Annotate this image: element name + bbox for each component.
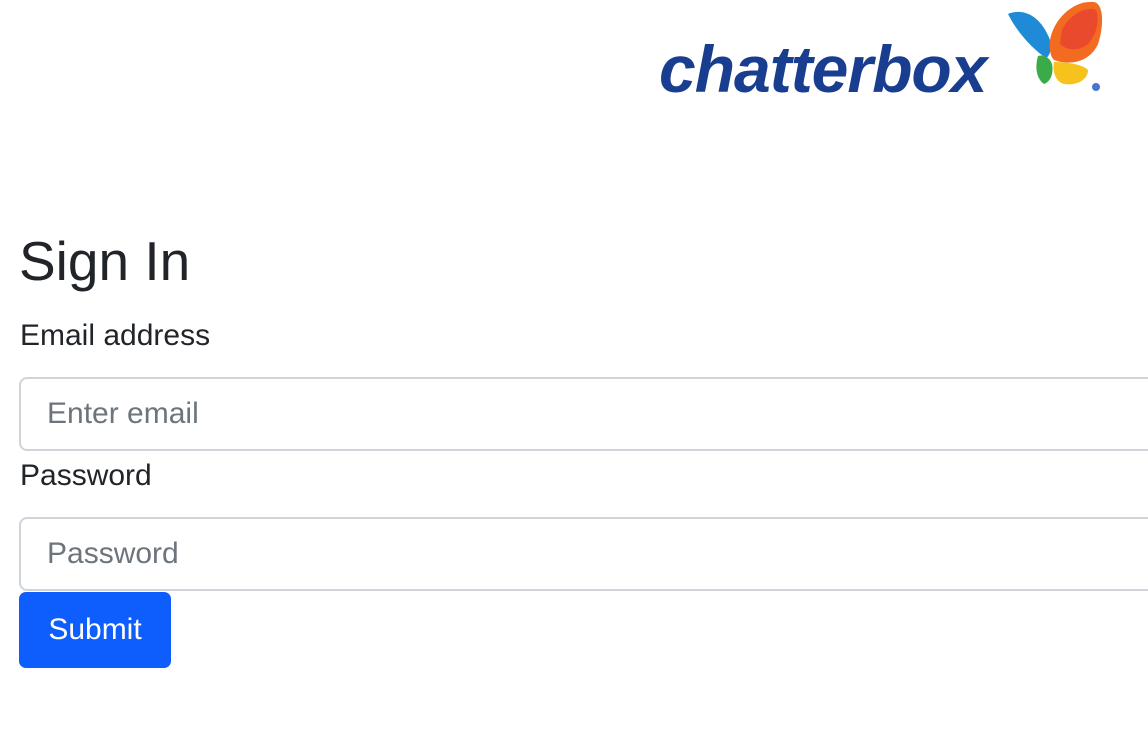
logo-dot [1092, 83, 1100, 91]
email-label: Email address [20, 319, 211, 352]
chatterbox-logo: chatterbox [656, 0, 1106, 110]
password-label: Password [20, 459, 152, 492]
logo-wordmark: chatterbox [659, 32, 987, 106]
butterfly-wing-yellow [1053, 62, 1088, 85]
password-field[interactable] [19, 517, 1148, 591]
butterfly-wing-blue [1008, 11, 1051, 58]
email-field[interactable] [19, 377, 1148, 451]
butterfly-wing-green [1036, 55, 1053, 84]
butterfly-logo-icon [1008, 1, 1103, 91]
page-title: Sign In [19, 230, 191, 292]
sign-in-page: chatterbox Sign In Email address Passwor… [0, 0, 1148, 744]
submit-button[interactable]: Submit [19, 592, 171, 668]
